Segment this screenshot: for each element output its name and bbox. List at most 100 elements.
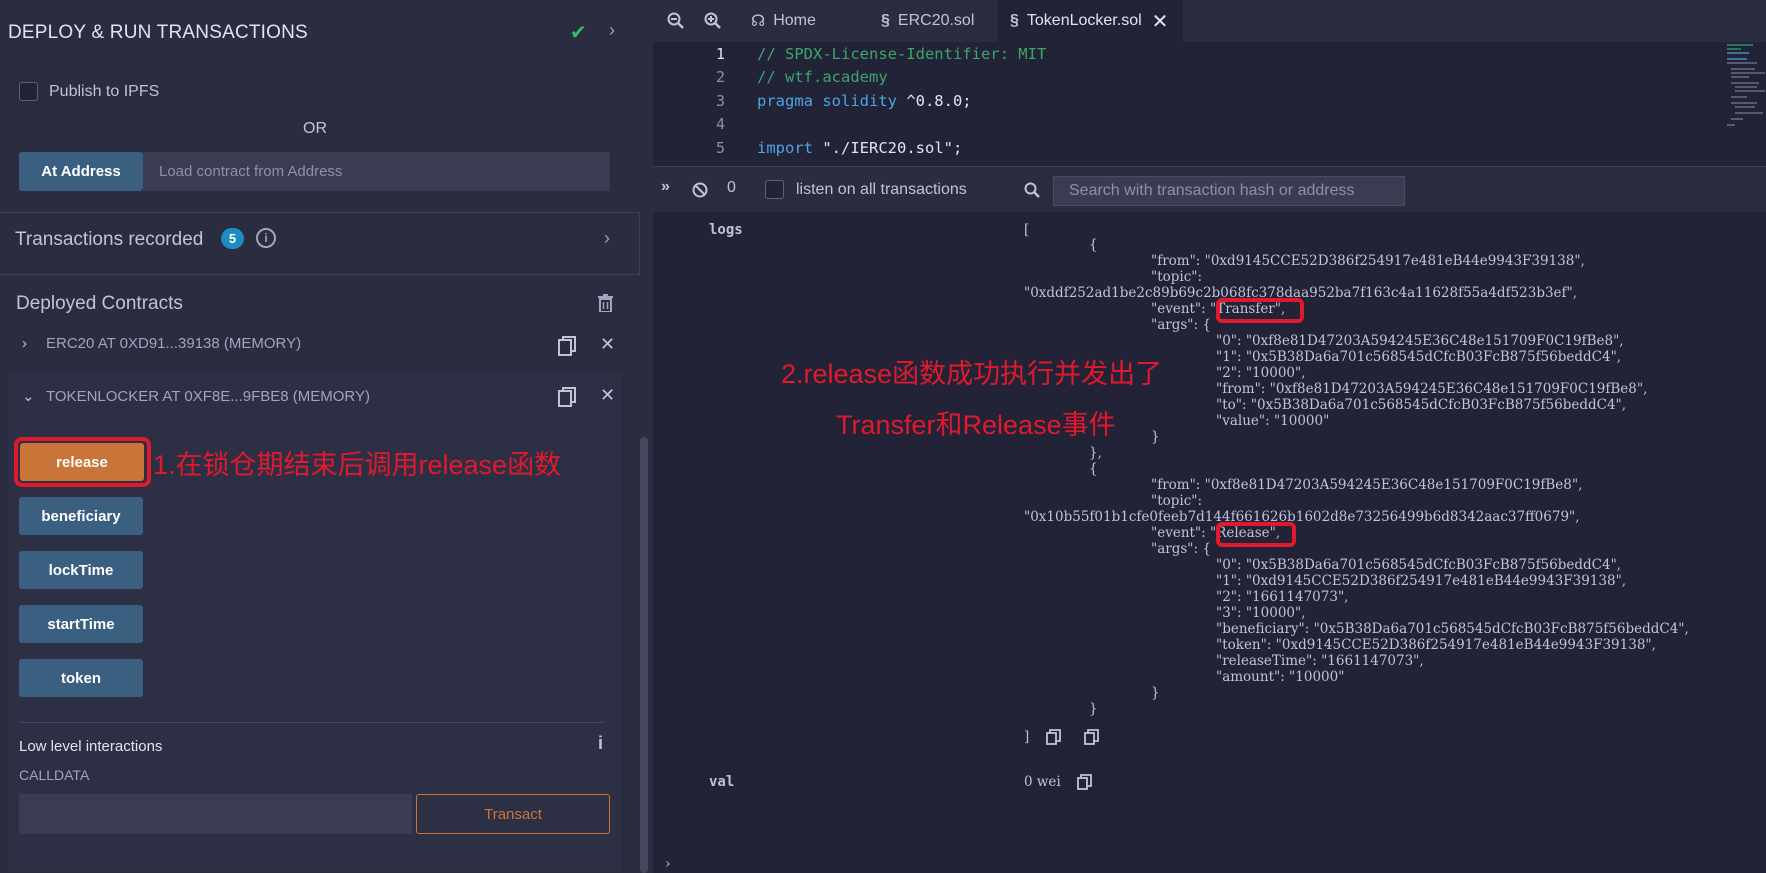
json-line: }	[1151, 429, 1160, 445]
val-key: val	[709, 774, 735, 790]
code-text: "./IERC20.sol";	[813, 139, 963, 157]
clear-console-icon[interactable]	[692, 182, 708, 198]
prompt-chevron-icon[interactable]: ›	[665, 856, 671, 872]
divider	[19, 722, 605, 723]
terminal-toolbar: » 0 listen on all transactions Search wi…	[653, 166, 1766, 212]
json-line: "0": "0x5B38Da6a701c568545dCfcB03FcB875f…	[1216, 557, 1622, 573]
json-bracket: [	[1024, 222, 1030, 238]
code-line: // SPDX-License-Identifier: MIT	[757, 45, 1047, 63]
copy-icon[interactable]	[558, 387, 576, 407]
copy-icon[interactable]	[1046, 729, 1061, 745]
transact-button[interactable]: Transact	[416, 794, 610, 834]
copy-icon[interactable]	[558, 336, 576, 356]
scrollbar[interactable]	[640, 437, 648, 873]
chevron-right-icon[interactable]: ›	[22, 335, 38, 352]
pending-tx-count: 0	[727, 179, 736, 196]
or-separator: OR	[303, 120, 327, 137]
line-number: 5	[715, 139, 725, 157]
json-line: "beneficiary": "0x5B38Da6a701c568545dCfc…	[1216, 621, 1689, 637]
json-line: "from": "0xf8e81D47203A594245E36C48e1517…	[1216, 381, 1648, 397]
chevron-right-icon[interactable]: ›	[604, 228, 610, 249]
json-line: "1": "0x5B38Da6a701c568545dCfcB03FcB875f…	[1216, 349, 1622, 365]
code-editor[interactable]: 1 // SPDX-License-Identifier: MIT 2 // w…	[653, 42, 1766, 166]
publish-ipfs-checkbox[interactable]	[19, 82, 38, 101]
code-keyword: import	[757, 139, 813, 157]
contract-row-erc20[interactable]: › ERC20 AT 0XD91...39138 (MEMORY)	[22, 335, 301, 352]
at-address-button[interactable]: At Address	[19, 152, 143, 191]
json-line: "from": "0xf8e81D47203A594245E36C48e1517…	[1151, 477, 1583, 493]
copy-icon[interactable]	[1077, 774, 1092, 790]
json-line: "releaseTime": "1661147073",	[1216, 653, 1424, 669]
json-line: "topic":	[1151, 269, 1203, 285]
tab-home[interactable]: ☊ Home	[745, 0, 863, 42]
json-line: "args": {	[1151, 541, 1211, 557]
json-line: "to": "0x5B38Da6a701c568545dCfcB03FcB875…	[1216, 397, 1627, 413]
json-line: {	[1089, 461, 1098, 477]
code-line: pragma solidity ^0.8.0;	[757, 92, 972, 110]
tab-label: TokenLocker.sol	[1026, 12, 1142, 29]
json-line: "topic":	[1151, 493, 1203, 509]
zoom-out-icon[interactable]	[667, 12, 685, 30]
json-line: {	[1089, 237, 1098, 253]
chevron-right-icon[interactable]: ›	[609, 20, 615, 41]
line-number: 1	[715, 45, 725, 63]
line-number: 4	[715, 115, 725, 133]
tab-label: ERC20.sol	[897, 12, 975, 29]
locktime-button[interactable]: lockTime	[19, 551, 143, 589]
json-line: "3": "10000",	[1216, 605, 1306, 621]
collapse-terminal-icon[interactable]: »	[661, 178, 670, 196]
chevron-down-icon[interactable]: ⌄	[22, 387, 38, 405]
code-line: import "./IERC20.sol";	[757, 139, 962, 157]
tab-erc20[interactable]: § ERC20.sol	[867, 0, 997, 42]
deploy-run-panel: DEPLOY & RUN TRANSACTIONS ✔ › Publish to…	[0, 0, 653, 873]
contract-row-tokenlocker[interactable]: ⌄ TOKENLOCKER AT 0XF8E...9FBE8 (MEMORY)	[22, 387, 370, 405]
annotation-step1: 1.在锁仓期结束后调用release函数	[153, 450, 562, 480]
publish-ipfs-label: Publish to IPFS	[49, 83, 160, 100]
remix-logo-icon: ☊	[751, 13, 766, 30]
release-event-highlight	[1216, 522, 1296, 547]
panel-title: DEPLOY & RUN TRANSACTIONS	[8, 22, 308, 43]
annotation-step2-line1: 2.release函数成功执行并发出了	[781, 359, 1163, 389]
code-text: ^0.8.0;	[896, 92, 972, 110]
close-icon[interactable]: ✕	[600, 385, 615, 406]
at-address-input[interactable]: Load contract from Address	[143, 152, 610, 191]
code-keyword: pragma solidity	[757, 92, 897, 110]
json-line: "amount": "10000"	[1216, 669, 1345, 685]
token-button[interactable]: token	[19, 659, 143, 697]
editor-minimap[interactable]	[1725, 42, 1765, 152]
json-line: "from": "0xd9145CCE52D386f254917e481eB44…	[1151, 253, 1585, 269]
info-icon[interactable]: i	[598, 733, 603, 754]
calldata-label: CALLDATA	[19, 767, 90, 783]
beneficiary-button[interactable]: beneficiary	[19, 497, 143, 535]
starttime-button[interactable]: startTime	[19, 605, 143, 643]
check-icon: ✔	[570, 22, 587, 44]
low-level-interactions-label: Low level interactions	[19, 738, 163, 755]
logs-key: logs	[709, 222, 743, 238]
tab-tokenlocker[interactable]: § TokenLocker.sol ✕	[998, 0, 1183, 42]
json-line: "0": "0xf8e81D47203A594245E36C48e151709F…	[1216, 333, 1624, 349]
json-line: }	[1089, 701, 1098, 717]
search-icon	[1024, 182, 1040, 198]
trash-icon[interactable]	[598, 294, 613, 312]
close-icon[interactable]: ✕	[600, 334, 615, 355]
line-number: 3	[715, 92, 725, 110]
info-icon[interactable]: i	[256, 228, 276, 248]
code-line: // wtf.academy	[757, 68, 888, 86]
json-line: }	[1151, 685, 1160, 701]
json-line: "value": "10000"	[1216, 413, 1330, 429]
calldata-input[interactable]	[19, 794, 412, 834]
tab-label: Home	[773, 12, 816, 29]
terminal-output: logs [ { "from": "0xd9145CCE52D386f25491…	[653, 212, 1766, 873]
val-value: 0 wei	[1024, 774, 1061, 790]
copy-icon[interactable]	[1084, 729, 1099, 745]
listen-all-checkbox[interactable]	[765, 180, 784, 199]
close-icon[interactable]: ✕	[1152, 9, 1169, 34]
json-line: },	[1089, 445, 1102, 461]
json-line: "args": {	[1151, 317, 1211, 333]
transfer-event-highlight	[1216, 298, 1304, 323]
zoom-in-icon[interactable]	[704, 12, 722, 30]
listen-all-label: listen on all transactions	[796, 181, 967, 198]
json-line: "token": "0xd9145CCE52D386f254917e481eB4…	[1216, 637, 1656, 653]
transaction-search-input[interactable]: Search with transaction hash or address	[1053, 176, 1405, 206]
release-highlight-box	[14, 437, 151, 487]
